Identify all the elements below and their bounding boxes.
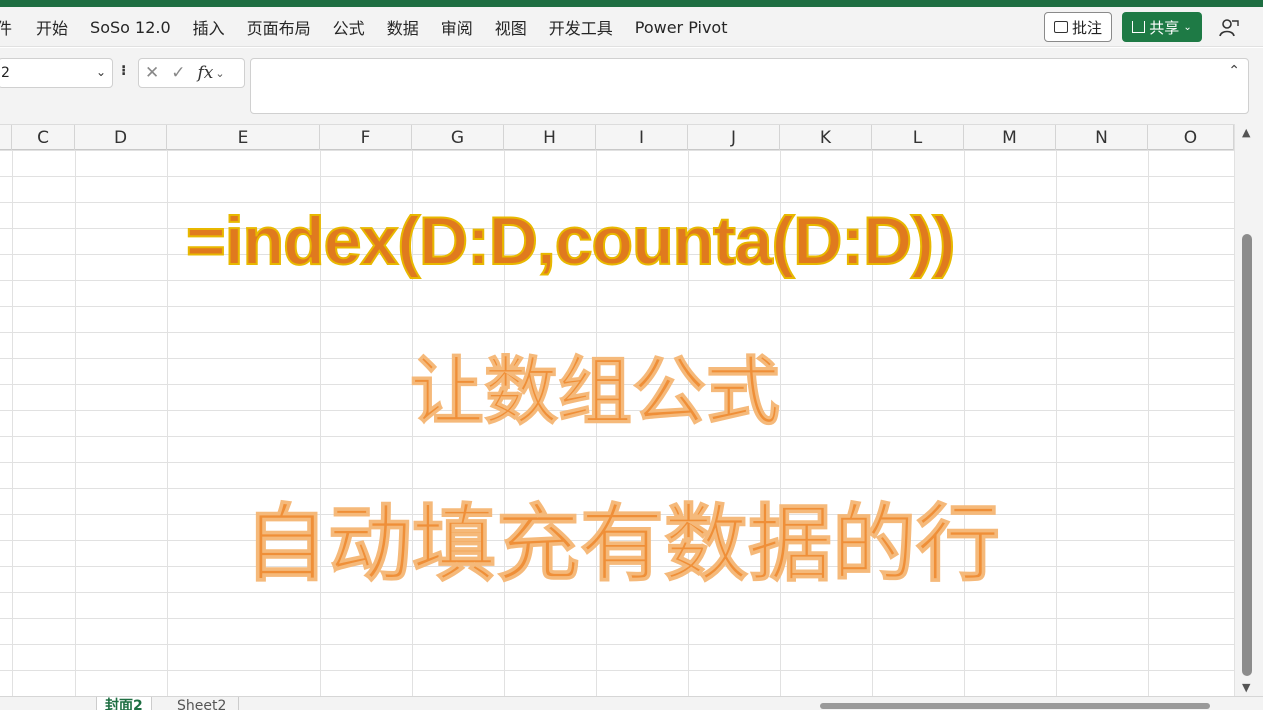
tab-formulas[interactable]: 公式: [333, 15, 365, 39]
column-header[interactable]: E: [167, 125, 320, 150]
column-header[interactable]: K: [780, 125, 872, 150]
ribbon-menu: 件 开始 SoSo 12.0 插入 页面布局 公式 数据 审阅 视图 开发工具 …: [0, 7, 749, 47]
vertical-scrollbar[interactable]: ▲ ▼: [1234, 124, 1263, 696]
column-header[interactable]: O: [1148, 125, 1234, 150]
tab-insert[interactable]: 插入: [193, 15, 225, 39]
tab-power-pivot[interactable]: Power Pivot: [635, 18, 728, 37]
more-options-icon[interactable]: ⁝: [121, 63, 126, 79]
comments-button[interactable]: 批注: [1044, 12, 1112, 42]
sheet-tab[interactable]: 封面2: [96, 697, 152, 710]
tab-review[interactable]: 审阅: [441, 15, 473, 39]
comment-icon: [1053, 21, 1068, 33]
title-accent-bar: [0, 0, 1263, 7]
column-header[interactable]: H: [504, 125, 596, 150]
tab-page-layout[interactable]: 页面布局: [247, 15, 311, 39]
name-box-value: 2: [1, 65, 10, 81]
column-header[interactable]: G: [412, 125, 504, 150]
title-overlay: =index(D:D,counta(D:D)) 让数组公式 自动填充有数据的行: [0, 150, 1234, 696]
coauthor-icon[interactable]: [1216, 15, 1242, 41]
chevron-down-icon[interactable]: ⌄: [96, 65, 106, 79]
overlay-formula-text: =index(D:D,counta(D:D)): [185, 203, 956, 279]
comments-button-label: 批注: [1071, 18, 1102, 37]
enter-icon[interactable]: ✓: [171, 63, 185, 83]
sheet-tab[interactable]: Sheet2: [165, 697, 240, 710]
column-header-row: C D E F G H I J K L M N O: [0, 124, 1234, 150]
column-header-partial[interactable]: [0, 125, 12, 150]
chevron-down-icon[interactable]: ⌄: [215, 67, 224, 80]
tab-home[interactable]: 开始: [36, 15, 68, 39]
collapse-formula-bar-icon[interactable]: ⌃: [1228, 63, 1240, 79]
scroll-down-icon[interactable]: ▼: [1242, 681, 1250, 694]
chevron-down-icon: ⌄: [1183, 21, 1192, 33]
formula-bar: 2 ⌄ ⁝ ✕ ✓ fx ⌄ ⌃: [0, 48, 1263, 124]
tab-developer[interactable]: 开发工具: [549, 15, 613, 39]
scrollbar-thumb[interactable]: [1242, 234, 1252, 676]
column-header[interactable]: I: [596, 125, 688, 150]
tab-file[interactable]: 件: [0, 15, 12, 39]
cancel-icon[interactable]: ✕: [145, 63, 159, 83]
column-header[interactable]: J: [688, 125, 780, 150]
formula-input[interactable]: ⌃: [250, 58, 1249, 114]
tab-view[interactable]: 视图: [495, 15, 527, 39]
overlay-caption-line1: 让数组公式: [410, 349, 781, 435]
column-header[interactable]: C: [12, 125, 75, 150]
insert-function-icon[interactable]: fx: [198, 63, 214, 83]
horizontal-scrollbar[interactable]: [820, 703, 1210, 709]
share-button[interactable]: 共享 ⌄: [1122, 12, 1202, 42]
column-header[interactable]: L: [872, 125, 964, 150]
name-box[interactable]: 2 ⌄: [0, 58, 113, 88]
overlay-caption-line2: 自动填充有数据的行: [243, 495, 1001, 593]
share-icon: [1132, 21, 1146, 33]
share-button-label: 共享: [1149, 18, 1180, 37]
tab-soso[interactable]: SoSo 12.0: [90, 18, 171, 37]
coauthor-icon-svg: [1219, 19, 1239, 37]
column-header[interactable]: N: [1056, 125, 1148, 150]
column-header[interactable]: D: [75, 125, 167, 150]
scroll-up-icon[interactable]: ▲: [1242, 126, 1250, 139]
tab-data[interactable]: 数据: [387, 15, 419, 39]
column-header[interactable]: M: [964, 125, 1056, 150]
formula-buttons: ✕ ✓ fx ⌄: [138, 58, 245, 88]
sheet-tab-bar: 封面2 Sheet2: [0, 696, 1263, 710]
ribbon-tab-bar: 件 开始 SoSo 12.0 插入 页面布局 公式 数据 审阅 视图 开发工具 …: [0, 7, 1263, 47]
column-header[interactable]: F: [320, 125, 412, 150]
